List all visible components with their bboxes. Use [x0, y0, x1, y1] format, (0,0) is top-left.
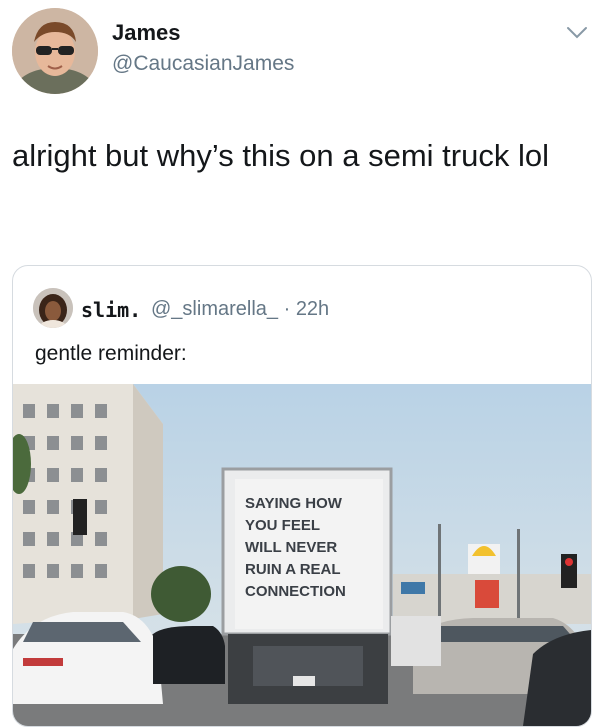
truck-sign-line-3: WILL NEVER [245, 539, 337, 556]
quoted-meta: @_slimarella_ · 22h [151, 298, 329, 321]
truck-sign-line-1: SAYING HOW [245, 495, 343, 512]
truck-sign-line-2: YOU FEEL [245, 517, 320, 534]
quoted-author-name[interactable]: slim. [81, 298, 141, 322]
quoted-author-avatar[interactable] [33, 288, 73, 328]
quoted-author-handle[interactable]: @_slimarella_ [151, 298, 278, 320]
author-name[interactable]: James [112, 20, 181, 46]
tweet-text: alright but why’s this on a semi truck l… [12, 138, 549, 173]
author-avatar[interactable] [12, 8, 98, 94]
separator-dot: · [283, 298, 291, 320]
quoted-text: gentle reminder: [35, 342, 187, 365]
quoted-tweet-card[interactable]: slim. @_slimarella_ · 22h gentle reminde… [12, 265, 592, 727]
chevron-down-icon[interactable] [564, 22, 590, 42]
author-handle[interactable]: @CaucasianJames [112, 52, 294, 76]
truck-sign-line-5: CONNECTION [245, 583, 346, 600]
quoted-photo[interactable]: SAYING HOW YOU FEEL WILL NEVER RUIN A RE… [13, 384, 591, 726]
quoted-timestamp[interactable]: 22h [296, 298, 329, 320]
truck-sign-line-4: RUIN A REAL [245, 561, 341, 578]
